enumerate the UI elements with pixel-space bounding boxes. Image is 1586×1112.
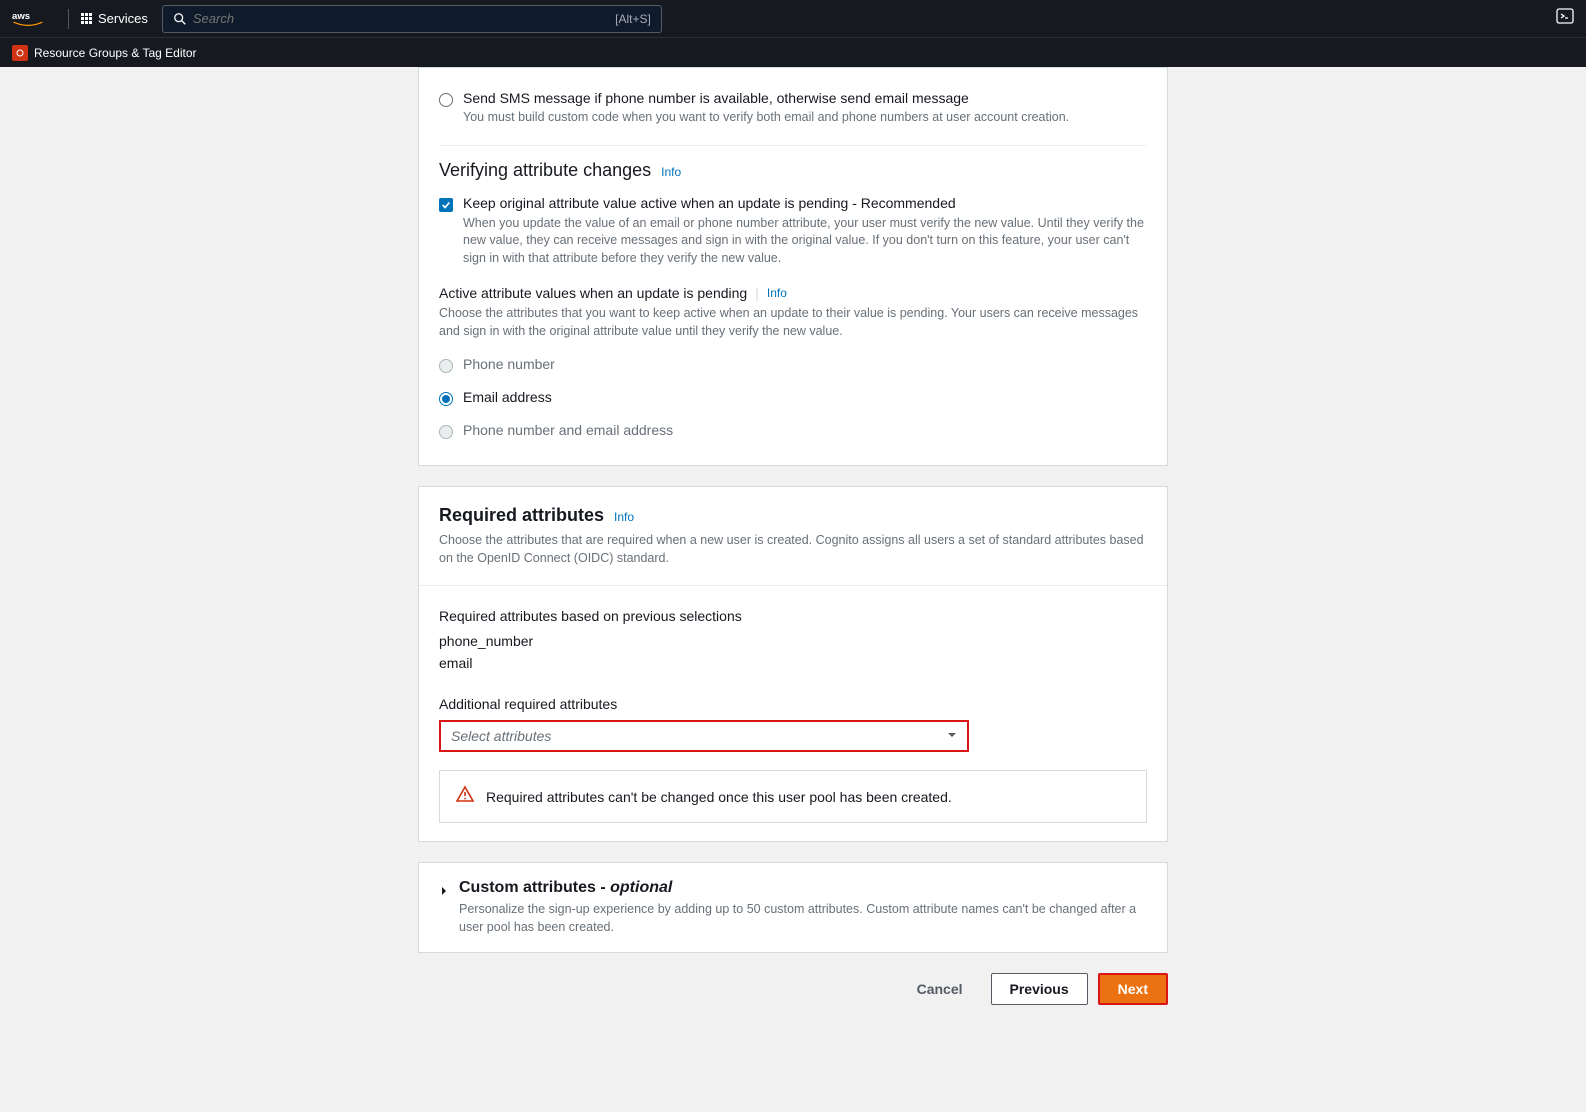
search-input[interactable] bbox=[193, 11, 615, 26]
radio-email-label: Email address bbox=[463, 389, 552, 405]
prev-value-email: email bbox=[439, 652, 1147, 674]
resource-groups-link[interactable]: Resource Groups & Tag Editor bbox=[12, 45, 197, 61]
search-box[interactable]: [Alt+S] bbox=[162, 5, 662, 33]
checkbox-keep-original-label: Keep original attribute value active whe… bbox=[463, 195, 1147, 211]
custom-attributes-toggle[interactable]: Custom attributes - optional Personalize… bbox=[439, 879, 1147, 936]
verifying-title-row: Verifying attribute changes Info bbox=[439, 160, 1147, 181]
rg-label: Resource Groups & Tag Editor bbox=[34, 46, 197, 60]
aws-logo[interactable]: aws bbox=[12, 9, 44, 29]
prev-value-phone: phone_number bbox=[439, 630, 1147, 652]
warning-text: Required attributes can't be changed onc… bbox=[486, 789, 952, 805]
cancel-button[interactable]: Cancel bbox=[899, 973, 981, 1005]
search-shortcut: [Alt+S] bbox=[615, 12, 651, 26]
radio-sms-else-email-desc: You must build custom code when you want… bbox=[463, 109, 1147, 127]
checkbox-keep-original-desc: When you update the value of an email or… bbox=[463, 215, 1147, 268]
radio-phone-label: Phone number bbox=[463, 356, 555, 372]
active-attr-label: Active attribute values when an update i… bbox=[439, 285, 747, 301]
resource-groups-icon bbox=[12, 45, 28, 61]
radio-sms-else-email[interactable] bbox=[439, 93, 453, 107]
additional-attributes-select[interactable]: Select attributes bbox=[439, 720, 969, 752]
services-label: Services bbox=[98, 11, 148, 26]
next-button[interactable]: Next bbox=[1098, 973, 1168, 1005]
radio-both bbox=[439, 425, 453, 439]
custom-attributes-panel: Custom attributes - optional Personalize… bbox=[418, 862, 1168, 953]
info-link[interactable]: Info bbox=[614, 510, 634, 524]
custom-desc: Personalize the sign-up experience by ad… bbox=[459, 901, 1147, 936]
previous-button[interactable]: Previous bbox=[991, 973, 1088, 1005]
required-title: Required attributes bbox=[439, 505, 604, 526]
warning-icon bbox=[456, 785, 474, 808]
verifying-title: Verifying attribute changes bbox=[439, 160, 651, 181]
active-attr-desc: Choose the attributes that you want to k… bbox=[439, 305, 1147, 340]
caret-right-icon bbox=[439, 883, 449, 901]
info-link[interactable]: Info bbox=[767, 286, 787, 300]
caret-down-icon bbox=[947, 727, 957, 745]
checkbox-keep-original[interactable] bbox=[439, 198, 453, 212]
info-link[interactable]: Info bbox=[661, 165, 681, 179]
services-button[interactable]: Services bbox=[81, 11, 148, 26]
grid-icon bbox=[81, 13, 92, 24]
warning-box: Required attributes can't be changed onc… bbox=[439, 770, 1147, 823]
search-icon bbox=[173, 12, 187, 26]
svg-text:aws: aws bbox=[12, 11, 30, 22]
radio-both-label: Phone number and email address bbox=[463, 422, 673, 438]
select-placeholder: Select attributes bbox=[451, 728, 947, 744]
divider bbox=[68, 9, 69, 29]
custom-title: Custom attributes - optional bbox=[459, 879, 1147, 897]
required-desc: Choose the attributes that are required … bbox=[439, 532, 1147, 567]
additional-label: Additional required attributes bbox=[439, 696, 1147, 712]
prev-selections-label: Required attributes based on previous se… bbox=[439, 608, 1147, 624]
radio-email[interactable] bbox=[439, 392, 453, 406]
divider bbox=[439, 145, 1147, 146]
cloudshell-icon[interactable] bbox=[1556, 7, 1574, 30]
required-title-row: Required attributes Info bbox=[439, 505, 1147, 526]
radio-phone bbox=[439, 359, 453, 373]
active-attr-label-row: Active attribute values when an update i… bbox=[439, 285, 1147, 301]
radio-sms-else-email-label: Send SMS message if phone number is avai… bbox=[463, 90, 1147, 106]
